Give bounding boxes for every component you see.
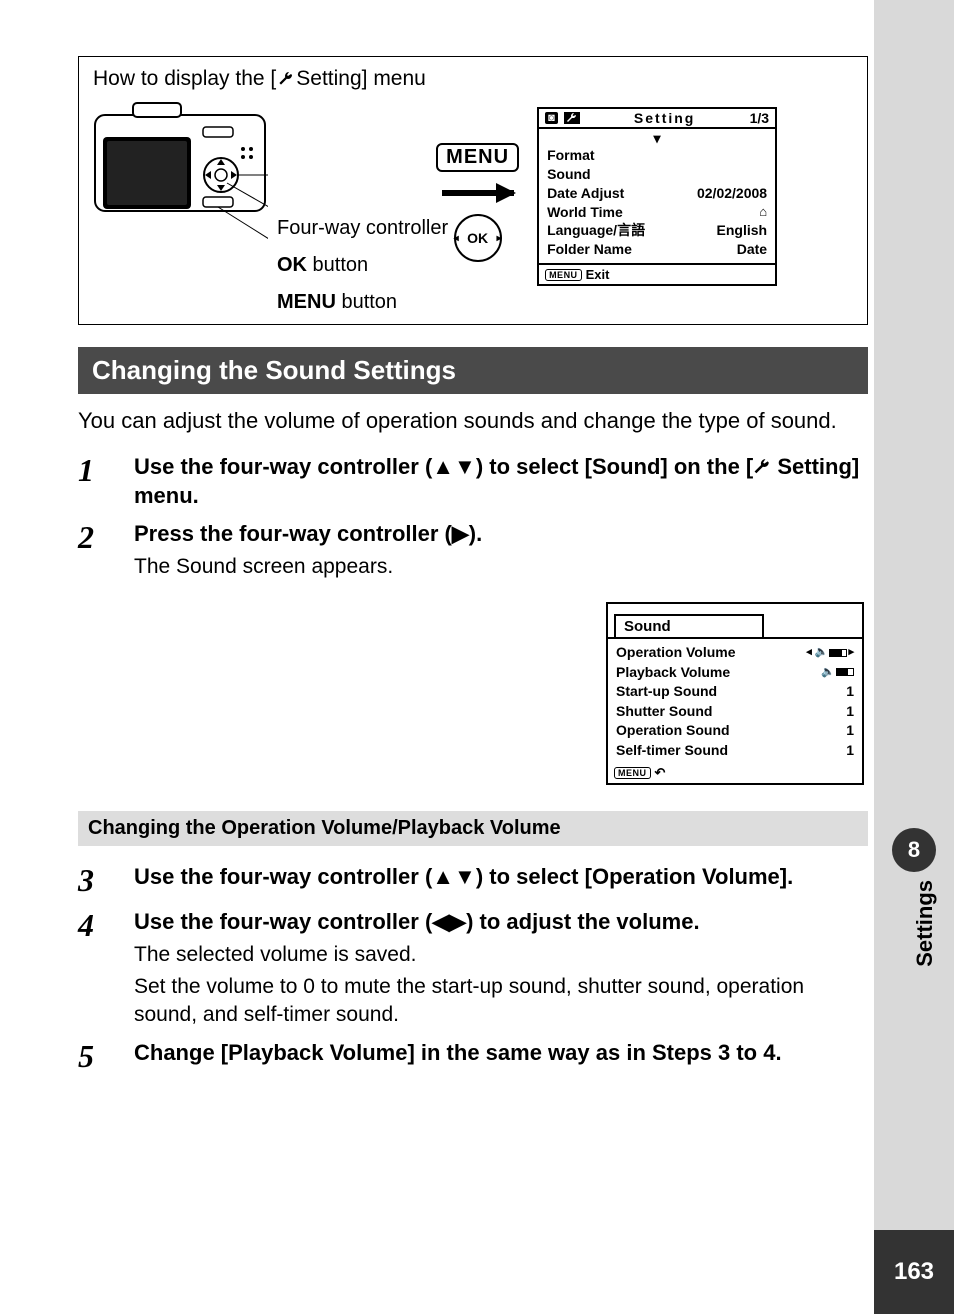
menu-mini-badge: MENU bbox=[614, 767, 651, 779]
howto-title: How to display the [ Setting] menu bbox=[93, 67, 853, 91]
label-menu: MENU button bbox=[277, 291, 448, 314]
step-number: 4 bbox=[78, 907, 112, 1030]
section-tab: Settings bbox=[912, 880, 938, 967]
subsection-heading: Changing the Operation Volume/Playback V… bbox=[78, 811, 868, 846]
lcd-foot: MENU Exit bbox=[539, 263, 775, 284]
camera-diagram bbox=[93, 97, 273, 267]
setting-lcd: ◙ Setting 1/3 ▾ Format Sound Date Adjust… bbox=[537, 107, 777, 286]
step-body: The selected volume is saved. bbox=[134, 941, 868, 969]
arrow-right-icon bbox=[442, 190, 514, 196]
step-5: 5 Change [Playback Volume] in the same w… bbox=[78, 1038, 868, 1075]
step-number: 5 bbox=[78, 1038, 112, 1075]
label-fourway: Four-way controller bbox=[277, 217, 448, 240]
menu-mini-badge: MENU bbox=[545, 269, 582, 281]
sound-row: Operation Volume ◂ 🔈 ▸ bbox=[616, 643, 854, 663]
step-number: 1 bbox=[78, 452, 112, 511]
label-ok: OK button bbox=[277, 254, 448, 277]
section-heading: Changing the Sound Settings bbox=[78, 347, 868, 394]
wrench-icon bbox=[278, 71, 294, 87]
step-instruction: Press the four-way controller (▶). bbox=[134, 519, 614, 549]
diagram-labels: Four-way controller OK button MENU butto… bbox=[277, 217, 448, 314]
step-body: The Sound screen appears. bbox=[134, 553, 614, 581]
back-arrow-icon: ↶ bbox=[655, 765, 666, 781]
lcd-page: 1/3 bbox=[750, 110, 769, 126]
step-instruction: Use the four-way controller (▲▼) to sele… bbox=[134, 862, 793, 892]
sound-row: Self-timer Sound1 bbox=[616, 741, 854, 761]
lcd-head: ◙ Setting 1/3 bbox=[539, 109, 775, 129]
lcd-row: Date Adjust02/02/2008 bbox=[547, 184, 767, 203]
volume-selected-icon: ◂ 🔈 ▸ bbox=[806, 645, 854, 660]
lcd-exit: Exit bbox=[586, 267, 610, 282]
sound-tab: Sound bbox=[614, 614, 764, 637]
lcd-title: Setting bbox=[586, 110, 744, 126]
sound-body: Operation Volume ◂ 🔈 ▸ Playback Volume 🔈… bbox=[608, 637, 862, 763]
step-1: 1 Use the four-way controller (▲▼) to se… bbox=[78, 452, 868, 511]
howto-title-pre: How to display the [ bbox=[93, 67, 276, 91]
lcd-row: World Time⌂ bbox=[547, 203, 767, 222]
step-number: 3 bbox=[78, 862, 112, 899]
lcd-row: Sound bbox=[547, 165, 767, 184]
step-body: Set the volume to 0 to mute the start-up… bbox=[134, 973, 868, 1030]
sound-foot: MENU ↶ bbox=[608, 763, 862, 783]
intro-text: You can adjust the volume of operation s… bbox=[78, 406, 868, 436]
step-4: 4 Use the four-way controller (◀▶) to ad… bbox=[78, 907, 868, 1030]
lcd-row: Format bbox=[547, 146, 767, 165]
menu-badge: MENU bbox=[436, 143, 519, 172]
step-instruction: Use the four-way controller (▲▼) to sele… bbox=[134, 452, 868, 511]
page-footer: 163 bbox=[874, 1230, 954, 1314]
howto-box: How to display the [ Setting] menu bbox=[78, 56, 868, 325]
step-2: 2 Press the four-way controller (▶). The… bbox=[78, 519, 868, 581]
step-number: 2 bbox=[78, 519, 112, 581]
sound-lcd: Sound Operation Volume ◂ 🔈 ▸ Playback Vo… bbox=[606, 602, 864, 785]
howto-title-post: Setting] menu bbox=[296, 67, 426, 91]
step-instruction: Change [Playback Volume] in the same way… bbox=[134, 1038, 782, 1068]
step-3: 3 Use the four-way controller (▲▼) to se… bbox=[78, 862, 868, 899]
page-number: 163 bbox=[894, 1258, 934, 1286]
chapter-num: 8 bbox=[908, 837, 920, 863]
wrench-tab-icon bbox=[564, 112, 580, 124]
lcd-row: Folder NameDate bbox=[547, 240, 767, 259]
sound-row: Start-up Sound1 bbox=[616, 682, 854, 702]
ok-round-icon: OK bbox=[454, 214, 502, 262]
chapter-badge: 8 bbox=[892, 828, 936, 872]
menu-arrow-col: MENU OK bbox=[436, 143, 519, 262]
camera-icon: ◙ bbox=[545, 112, 558, 124]
sidebar bbox=[874, 0, 954, 1314]
volume-icon: 🔈 bbox=[821, 665, 854, 680]
sound-row: Shutter Sound1 bbox=[616, 702, 854, 722]
step-instruction: Use the four-way controller (◀▶) to adju… bbox=[134, 907, 868, 937]
lcd-row: Language/言語English bbox=[547, 221, 767, 240]
sound-row: Operation Sound1 bbox=[616, 721, 854, 741]
lcd-body: ▾ Format Sound Date Adjust02/02/2008 Wor… bbox=[539, 129, 775, 263]
sound-row: Playback Volume 🔈 bbox=[616, 663, 854, 683]
home-icon: ⌂ bbox=[759, 203, 767, 222]
